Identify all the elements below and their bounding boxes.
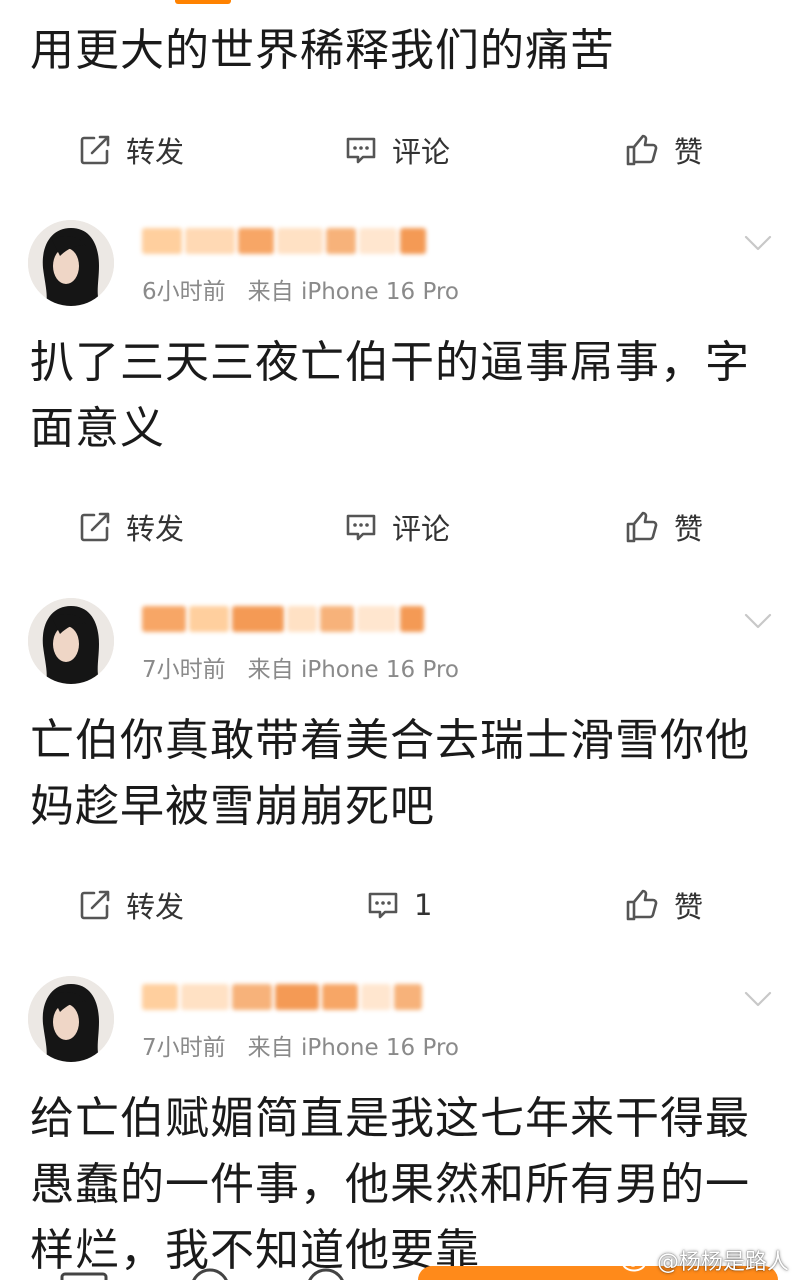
post-source: 来自 iPhone 16 Pro xyxy=(247,1035,459,1061)
post-meta: 7小时前 来自 iPhone 16 Pro xyxy=(142,1028,459,1062)
post-header: 7小时前 来自 iPhone 16 Pro xyxy=(0,598,799,698)
avatar[interactable] xyxy=(28,976,114,1062)
compose-icon[interactable] xyxy=(60,1268,108,1280)
thumbs-up-icon xyxy=(624,887,660,923)
circle-icon[interactable] xyxy=(304,1266,348,1280)
more-options-button[interactable] xyxy=(743,990,773,1012)
like-button[interactable]: 赞 xyxy=(624,497,703,557)
username-blurred[interactable] xyxy=(142,606,424,636)
post-time: 7小时前 xyxy=(142,1035,226,1061)
post-text: 亡伯你真敢带着美合去瑞士滑雪你他妈趁早被雪崩崩死吧 xyxy=(30,715,750,832)
username-blurred[interactable] xyxy=(142,228,426,258)
comment-count: 1 xyxy=(414,888,433,922)
thumbs-up-icon xyxy=(624,509,660,545)
active-tab-indicator xyxy=(175,0,231,4)
post-time: 6小时前 xyxy=(142,279,226,305)
like-button[interactable]: 赞 xyxy=(624,875,703,935)
post-meta: 7小时前 来自 iPhone 16 Pro xyxy=(142,650,459,684)
chevron-down-icon xyxy=(744,613,772,629)
chevron-down-icon xyxy=(744,991,772,1007)
repost-label: 转发 xyxy=(126,890,185,924)
watermark-text: @杨杨是路人 xyxy=(656,1250,789,1275)
like-label: 赞 xyxy=(674,890,704,924)
username-blurred[interactable] xyxy=(142,984,422,1014)
like-label: 赞 xyxy=(674,135,704,169)
repost-button[interactable]: 转发 xyxy=(78,497,184,557)
post-header: 7小时前 来自 iPhone 16 Pro xyxy=(0,976,799,1076)
chevron-down-icon xyxy=(744,235,772,251)
repost-icon xyxy=(78,133,112,167)
post-meta: 6小时前 来自 iPhone 16 Pro xyxy=(142,272,459,306)
comment-label: 评论 xyxy=(392,135,451,169)
watermark: @杨杨是路人 xyxy=(621,1244,789,1276)
circle-icon[interactable] xyxy=(188,1266,232,1280)
post-text: 扒了三天三夜亡伯干的逼事屌事，字面意义 xyxy=(30,337,750,454)
comment-label: 评论 xyxy=(392,512,451,546)
repost-icon xyxy=(78,510,112,544)
comment-icon xyxy=(344,510,378,544)
repost-button[interactable]: 转发 xyxy=(78,875,184,935)
comment-button[interactable]: 评论 xyxy=(344,120,450,180)
repost-icon xyxy=(78,888,112,922)
post-action-bar: 转发 评论 赞 xyxy=(0,497,799,557)
post-action-bar: 转发 1 赞 xyxy=(0,875,799,935)
thumbs-up-icon xyxy=(624,132,660,168)
post-header: 6小时前 来自 iPhone 16 Pro xyxy=(0,220,799,320)
repost-label: 转发 xyxy=(126,135,185,169)
like-label: 赞 xyxy=(674,512,704,546)
comment-icon xyxy=(344,133,378,167)
post-time: 7小时前 xyxy=(142,657,226,683)
avatar[interactable] xyxy=(28,220,114,306)
weibo-logo-icon xyxy=(621,1251,649,1272)
like-button[interactable]: 赞 xyxy=(624,120,703,180)
post-action-bar: 转发 评论 赞 xyxy=(0,120,799,180)
post-text: 用更大的世界稀释我们的痛苦 xyxy=(30,25,615,76)
more-options-button[interactable] xyxy=(743,234,773,256)
avatar[interactable] xyxy=(28,598,114,684)
comment-button[interactable]: 1 xyxy=(366,875,432,935)
repost-button[interactable]: 转发 xyxy=(78,120,184,180)
repost-label: 转发 xyxy=(126,512,185,546)
more-options-button[interactable] xyxy=(743,612,773,634)
post-source: 来自 iPhone 16 Pro xyxy=(247,279,459,305)
weibo-feed: 用更大的世界稀释我们的痛苦 转发 评论 赞 6小时前 来自 iPhone 16 … xyxy=(0,0,799,1280)
comment-button[interactable]: 评论 xyxy=(344,497,450,557)
post-source: 来自 iPhone 16 Pro xyxy=(247,657,459,683)
comment-icon xyxy=(366,888,400,922)
